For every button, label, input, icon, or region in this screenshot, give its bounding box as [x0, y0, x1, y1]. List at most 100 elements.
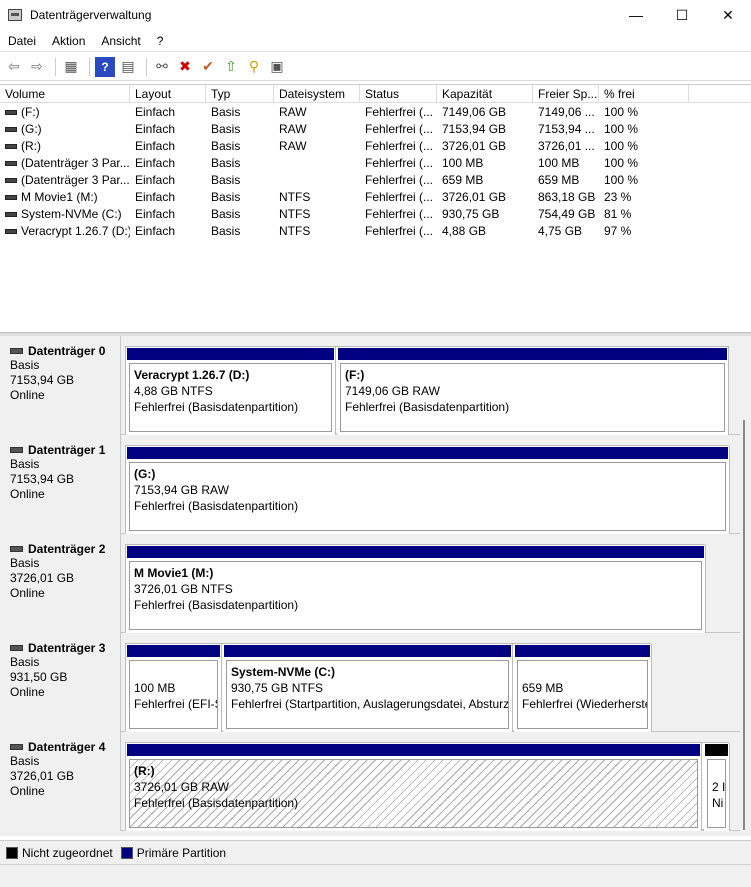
properties-icon[interactable]: ▤ — [118, 57, 138, 77]
export-icon[interactable]: ▣ — [267, 57, 287, 77]
disk-info[interactable]: Datenträger 2 Basis 3726,01 GB Online — [0, 534, 121, 633]
column-header-volume[interactable]: Volume — [0, 85, 130, 102]
partition-header-bar — [126, 545, 705, 559]
cell-prozent-frei: 23 % — [604, 189, 632, 204]
partition[interactable]: 2 I Ni — [704, 743, 730, 831]
vertical-scrollbar[interactable] — [743, 420, 745, 830]
disk-partition-map: (R:) 3726,01 GB RAW Fehlerfrei (Basisdaten… — [125, 742, 730, 831]
close-button[interactable]: ✕ — [705, 0, 751, 30]
cell-layout: Einfach — [135, 104, 176, 119]
disk-partition-map: M Movie1 (M:) 3726,01 GB NTFS Fehlerfrei (… — [125, 544, 706, 633]
partition-size: 930,75 GB NTFS — [231, 681, 324, 695]
cell-kapazitaet: 930,75 GB — [442, 206, 500, 221]
partition[interactable]: M Movie1 (M:) 3726,01 GB NTFS Fehlerfrei (… — [126, 545, 706, 633]
disk-type: Basis — [10, 358, 40, 372]
back-icon[interactable]: ⇦ — [4, 57, 24, 77]
column-header-typ[interactable]: Typ — [206, 85, 274, 102]
menu-datei[interactable]: Datei — [0, 34, 44, 48]
table-row[interactable]: (R:) Einfach Basis RAW Fehlerfrei (... 3726,0… — [0, 137, 751, 154]
table-row[interactable]: M Movie1 (M:) Einfach Basis NTFS Fehlerfrei … — [0, 188, 751, 205]
table-row[interactable]: Veracrypt 1.26.7 (D:) Einfach Basis NTFS Feh… — [0, 222, 751, 239]
cell-dateisystem: NTFS — [279, 206, 311, 221]
console-tree-icon[interactable]: ▦ — [61, 57, 81, 77]
maximize-button[interactable]: ☐ — [659, 0, 705, 30]
partition[interactable]: Veracrypt 1.26.7 (D:) 4,88 GB NTFS Fehlerf… — [126, 347, 336, 435]
toolbar-separator — [146, 57, 147, 76]
disk-name-label: Datenträger 1 — [28, 443, 106, 457]
column-header-layout[interactable]: Layout — [130, 85, 206, 102]
partition-status: Fehlerfrei (Basisdatenpartition) — [134, 499, 299, 513]
partition-size: 2 I — [712, 780, 726, 794]
connect-icon[interactable]: ⚯ — [152, 57, 172, 77]
menu-help[interactable]: ? — [149, 34, 172, 48]
volume-name: (Datenträger 3 Par... — [21, 155, 130, 170]
volume-name: Veracrypt 1.26.7 (D:) — [21, 223, 130, 238]
help-icon[interactable]: ? — [95, 56, 115, 77]
cell-volume: (G:) — [0, 122, 130, 136]
partition-body: Veracrypt 1.26.7 (D:) 4,88 GB NTFS Fehlerf… — [129, 363, 332, 432]
column-header-kapazitaet[interactable]: Kapazität — [437, 85, 533, 102]
disk-info[interactable]: Datenträger 4 Basis 3726,01 GB Online — [0, 732, 121, 831]
partition[interactable]: 659 MB Fehlerfrei (Wiederherste — [514, 644, 652, 732]
disk-row: Datenträger 3 Basis 931,50 GB Online 100 MB… — [0, 633, 740, 732]
disk-name: Datenträger 3 — [10, 641, 120, 655]
column-header-status[interactable]: Status — [360, 85, 437, 102]
cell-dateisystem: RAW — [279, 121, 307, 136]
cell-kapazitaet: 7149,06 GB — [442, 104, 507, 119]
cell-layout: Einfach — [135, 189, 176, 204]
table-row[interactable]: (G:) Einfach Basis RAW Fehlerfrei (... 7153,9… — [0, 120, 751, 137]
volume-icon — [5, 228, 17, 234]
partition[interactable]: System-NVMe (C:) 930,75 GB NTFS Fehlerfrei… — [223, 644, 513, 732]
partition-name — [522, 664, 647, 680]
column-header-prozent-frei[interactable]: % frei — [599, 85, 689, 102]
cell-dateisystem: RAW — [279, 104, 307, 119]
checkmark-icon[interactable]: ✔ — [198, 57, 218, 77]
table-row[interactable]: System-NVMe (C:) Einfach Basis NTFS Fehlerfr… — [0, 205, 751, 222]
table-row[interactable]: (F:) Einfach Basis RAW Fehlerfrei (... 7149,0… — [0, 103, 751, 120]
cell-prozent-frei: 100 % — [604, 138, 639, 153]
cell-volume: M Movie1 (M:) — [0, 190, 130, 204]
column-header-dateisystem[interactable]: Dateisystem — [274, 85, 360, 102]
disk-row: Datenträger 2 Basis 3726,01 GB Online M Movi… — [0, 534, 740, 633]
disk-info[interactable]: Datenträger 3 Basis 931,50 GB Online — [0, 633, 121, 732]
disk-management-icon — [8, 9, 22, 21]
cell-dateisystem: NTFS — [279, 189, 311, 204]
search-icon[interactable]: ⚲ — [244, 57, 264, 77]
volume-name: (Datenträger 3 Par... — [21, 172, 130, 187]
partition[interactable]: 100 MB Fehlerfrei (EFI-S — [126, 644, 222, 732]
up-icon[interactable]: ⇧ — [221, 57, 241, 77]
disk-partition-map: 100 MB Fehlerfrei (EFI-S System-NVMe (C:) 9… — [125, 643, 652, 732]
partition-body: (G:) 7153,94 GB RAW Fehlerfrei (Basisdaten… — [129, 462, 726, 531]
table-row[interactable]: (Datenträger 3 Par... Einfach Basis Fehlerf… — [0, 154, 751, 171]
legend-swatch-unallocated — [6, 846, 18, 859]
toolbar: ⇦ ⇨ ▦ ? ▤ ⚯ ✖ ✔ ⇧ ⚲ ▣ — [0, 53, 751, 81]
menu-ansicht[interactable]: Ansicht — [93, 34, 148, 48]
cell-prozent-frei: 100 % — [604, 155, 639, 170]
partition-header-bar — [223, 644, 512, 658]
column-header-freier-speicher[interactable]: Freier Sp... — [533, 85, 599, 102]
cell-prozent-frei: 100 % — [604, 104, 639, 119]
partition[interactable]: (G:) 7153,94 GB RAW Fehlerfrei (Basisdaten… — [126, 446, 730, 534]
cell-status: Fehlerfrei (... — [365, 138, 434, 153]
partition[interactable]: (R:) 3726,01 GB RAW Fehlerfrei (Basisdaten… — [126, 743, 702, 831]
cell-prozent-frei: 81 % — [604, 206, 632, 221]
volume-name: (R:) — [21, 138, 41, 153]
minimize-button[interactable]: — — [613, 0, 659, 30]
disk-info[interactable]: Datenträger 1 Basis 7153,94 GB Online — [0, 435, 121, 534]
cell-kapazitaet: 3726,01 GB — [442, 138, 507, 153]
partition-body: (F:) 7149,06 GB RAW Fehlerfrei (Basisdaten… — [340, 363, 725, 432]
menu-aktion[interactable]: Aktion — [44, 34, 93, 48]
partition-size: 7153,94 GB RAW — [134, 483, 229, 497]
cell-status: Fehlerfrei (... — [365, 223, 434, 238]
cell-status: Fehlerfrei (... — [365, 206, 434, 221]
forward-icon[interactable]: ⇨ — [27, 57, 47, 77]
delete-icon[interactable]: ✖ — [175, 57, 195, 77]
disk-size: 3726,01 GB — [10, 571, 75, 585]
partition-size: 7149,06 GB RAW — [345, 384, 440, 398]
disk-info[interactable]: Datenträger 0 Basis 7153,94 GB Online — [0, 336, 121, 435]
partition[interactable]: (F:) 7149,06 GB RAW Fehlerfrei (Basisdaten… — [337, 347, 729, 435]
cell-status: Fehlerfrei (... — [365, 172, 434, 187]
legend: Nicht zugeordnet Primäre Partition — [0, 840, 751, 864]
table-row[interactable]: (Datenträger 3 Par... Einfach Basis Fehlerf… — [0, 171, 751, 188]
volume-icon — [5, 211, 17, 217]
